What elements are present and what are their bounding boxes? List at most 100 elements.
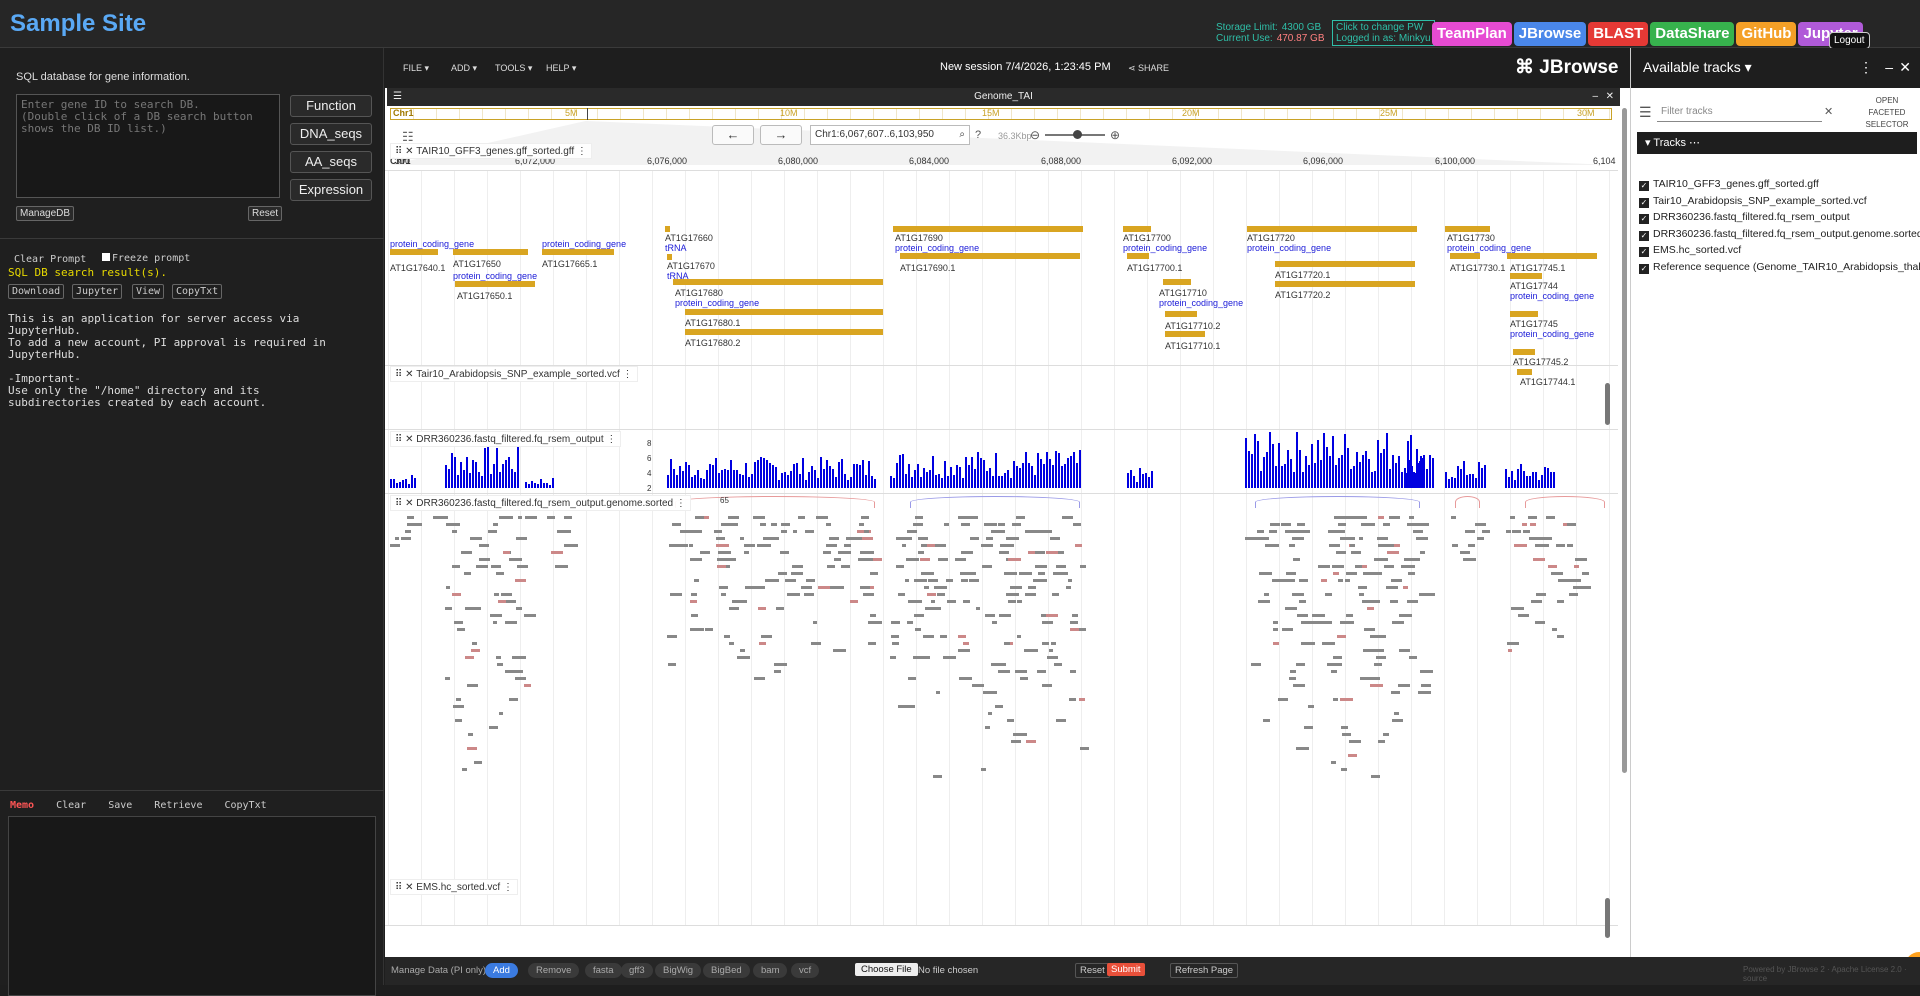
help-icon[interactable]: ? bbox=[975, 129, 981, 141]
arrow-left-icon[interactable]: ← bbox=[727, 127, 740, 142]
gene-feature[interactable] bbox=[900, 253, 1080, 259]
help-menu[interactable]: HELP ▾ bbox=[546, 63, 576, 74]
zoom-slider-knob[interactable] bbox=[1073, 130, 1082, 139]
file-type-fasta[interactable]: fasta bbox=[585, 963, 622, 978]
choose-file-button[interactable]: Choose File bbox=[855, 963, 918, 976]
file-type-bigwig[interactable]: BigWig bbox=[655, 963, 702, 978]
track-menu-icon[interactable]: ⋮ bbox=[620, 369, 633, 380]
submit-button[interactable]: Submit bbox=[1107, 963, 1145, 976]
minimize-panel-icon[interactable]: – bbox=[1885, 59, 1893, 75]
arrow-right-icon[interactable]: → bbox=[775, 127, 788, 142]
checkbox-checked-icon[interactable]: ✓ bbox=[1639, 181, 1649, 191]
zoom-out-icon[interactable]: ⊖ bbox=[1030, 128, 1040, 142]
memo-copytxt-button[interactable]: CopyTxt bbox=[224, 800, 266, 811]
gene-feature[interactable] bbox=[1165, 311, 1197, 317]
manage-db-button[interactable]: ManageDB bbox=[16, 206, 75, 221]
gff-track-label[interactable]: ⠿ ✕ TAIR10_GFF3_genes.gff_sorted.gff ⋮ bbox=[390, 143, 592, 159]
alignments-track-label[interactable]: ⠿ ✕ DRR360236.fastq_filtered.fq_rsem_out… bbox=[390, 495, 691, 511]
gene-feature[interactable] bbox=[453, 249, 528, 255]
file-type-bigbed[interactable]: BigBed bbox=[703, 963, 750, 978]
track-list-item[interactable]: ✓ Reference sequence (Genome_TAIR10_Arabi… bbox=[1639, 261, 1920, 274]
memo-textarea[interactable] bbox=[8, 816, 376, 996]
drag-icon[interactable]: ⠿ bbox=[395, 146, 405, 157]
track-list-item[interactable]: ✓ EMS.hc_sorted.vcf bbox=[1639, 244, 1741, 257]
memo-save-button[interactable]: Save bbox=[108, 800, 132, 811]
function-button[interactable]: Function bbox=[290, 95, 372, 117]
file-type-bam[interactable]: bam bbox=[753, 963, 788, 978]
reset-button[interactable]: Reset bbox=[248, 206, 283, 221]
tracks-category[interactable]: ▾ Tracks ⋯ bbox=[1637, 132, 1917, 154]
track-list-item[interactable]: ✓ TAIR10_GFF3_genes.gff_sorted.gff bbox=[1639, 178, 1819, 191]
nav-teamplan[interactable]: TeamPlan bbox=[1432, 22, 1512, 46]
help-menu-label[interactable]: HELP bbox=[546, 63, 569, 73]
track-menu-icon[interactable]: ⋮ bbox=[574, 146, 587, 157]
track-menu-icon[interactable]: ⋮ bbox=[673, 498, 686, 509]
gene-feature[interactable] bbox=[1165, 331, 1205, 337]
minimize-icon[interactable]: – bbox=[1592, 88, 1598, 106]
close-view-icon[interactable]: ✕ bbox=[1606, 88, 1614, 106]
close-track-icon[interactable]: ✕ bbox=[405, 369, 416, 380]
jupyter-button[interactable]: Jupyter bbox=[72, 284, 123, 299]
drag-icon[interactable]: ⠿ bbox=[395, 369, 405, 380]
change-password-button[interactable]: Click to change PW Logged in as: Minkyu bbox=[1332, 20, 1435, 46]
add-menu[interactable]: ADD ▾ bbox=[451, 63, 477, 74]
remove-button[interactable]: Remove bbox=[528, 963, 580, 978]
gene-feature[interactable] bbox=[685, 309, 883, 315]
scrollbar[interactable] bbox=[1605, 898, 1610, 938]
copytxt-button[interactable]: CopyTxt bbox=[172, 284, 223, 299]
view-scrollbar[interactable] bbox=[1622, 108, 1627, 773]
gene-feature[interactable] bbox=[665, 226, 670, 232]
overview-selection[interactable] bbox=[587, 108, 588, 120]
aa-seqs-button[interactable]: AA_seqs bbox=[290, 151, 372, 173]
gene-feature[interactable] bbox=[1275, 281, 1415, 287]
checkbox-checked-icon[interactable]: ✓ bbox=[1639, 247, 1649, 257]
gene-feature[interactable] bbox=[1445, 226, 1490, 232]
forward-button[interactable]: → bbox=[760, 125, 802, 145]
logout-button[interactable]: Logout bbox=[1829, 32, 1870, 49]
freeze-prompt-checkbox[interactable]: Freeze prompt bbox=[102, 253, 190, 264]
location-value[interactable]: Chr1:6,067,607..6,103,950 bbox=[815, 129, 934, 140]
filter-tracks-input[interactable]: Filter tracks bbox=[1657, 102, 1822, 122]
location-input[interactable]: Chr1:6,067,607..6,103,950 ⌕ bbox=[810, 125, 970, 145]
share-label[interactable]: SHARE bbox=[1138, 63, 1169, 73]
add-menu-label[interactable]: ADD bbox=[451, 63, 470, 73]
gene-feature[interactable] bbox=[673, 279, 883, 285]
faceted-selector-button[interactable]: OPEN FACETED SELECTOR bbox=[1857, 95, 1917, 131]
back-button[interactable]: ← bbox=[712, 125, 754, 145]
download-button[interactable]: Download bbox=[8, 284, 65, 299]
tools-menu-label[interactable]: TOOLS bbox=[495, 63, 525, 73]
panel-menu-icon[interactable]: ⋮ bbox=[1859, 59, 1873, 76]
share-icon[interactable]: ⋖ bbox=[1128, 63, 1138, 73]
add-button[interactable]: Add bbox=[485, 963, 518, 978]
checkbox-icon[interactable] bbox=[102, 253, 110, 261]
nav-datashare[interactable]: DataShare bbox=[1650, 22, 1735, 46]
track-menu-icon[interactable]: ⋮ bbox=[604, 434, 616, 445]
gene-feature[interactable] bbox=[1163, 279, 1191, 285]
file-menu[interactable]: FILE ▾ bbox=[403, 63, 429, 74]
gene-feature[interactable] bbox=[542, 249, 614, 255]
nav-blast[interactable]: BLAST bbox=[1588, 22, 1649, 46]
track-list-item[interactable]: ✓ Tair10_Arabidopsis_SNP_example_sorted.v… bbox=[1639, 195, 1867, 208]
scrollbar[interactable] bbox=[1605, 383, 1610, 425]
checkbox-checked-icon[interactable]: ✓ bbox=[1639, 214, 1649, 224]
gene-feature[interactable] bbox=[455, 281, 535, 287]
gene-feature[interactable] bbox=[390, 249, 438, 255]
gene-feature[interactable] bbox=[1275, 261, 1415, 267]
drag-icon[interactable]: ⠿ bbox=[395, 882, 405, 893]
memo-retrieve-button[interactable]: Retrieve bbox=[154, 800, 202, 811]
track-list-item[interactable]: ✓ DRR360236.fastq_filtered.fq_rsem_output… bbox=[1639, 228, 1920, 241]
checkbox-checked-icon[interactable]: ✓ bbox=[1639, 263, 1649, 274]
chevron-down-icon[interactable]: ▾ bbox=[1741, 59, 1752, 75]
track-menu-icon[interactable]: ⋮ bbox=[500, 882, 513, 893]
gene-feature[interactable] bbox=[1450, 253, 1480, 259]
close-track-icon[interactable]: ✕ bbox=[405, 146, 416, 157]
view-menu-icon[interactable]: ☰ bbox=[393, 88, 402, 106]
gene-feature[interactable] bbox=[667, 254, 672, 260]
zoom-in-icon[interactable]: ⊕ bbox=[1110, 128, 1120, 142]
change-pw-label[interactable]: Click to change PW bbox=[1336, 22, 1431, 33]
gene-feature[interactable] bbox=[1510, 273, 1542, 279]
file-type-vcf[interactable]: vcf bbox=[791, 963, 820, 978]
panel-title[interactable]: Available tracks bbox=[1643, 59, 1741, 75]
file-menu-label[interactable]: FILE bbox=[403, 63, 422, 73]
memo-clear-button[interactable]: Clear bbox=[56, 800, 86, 811]
